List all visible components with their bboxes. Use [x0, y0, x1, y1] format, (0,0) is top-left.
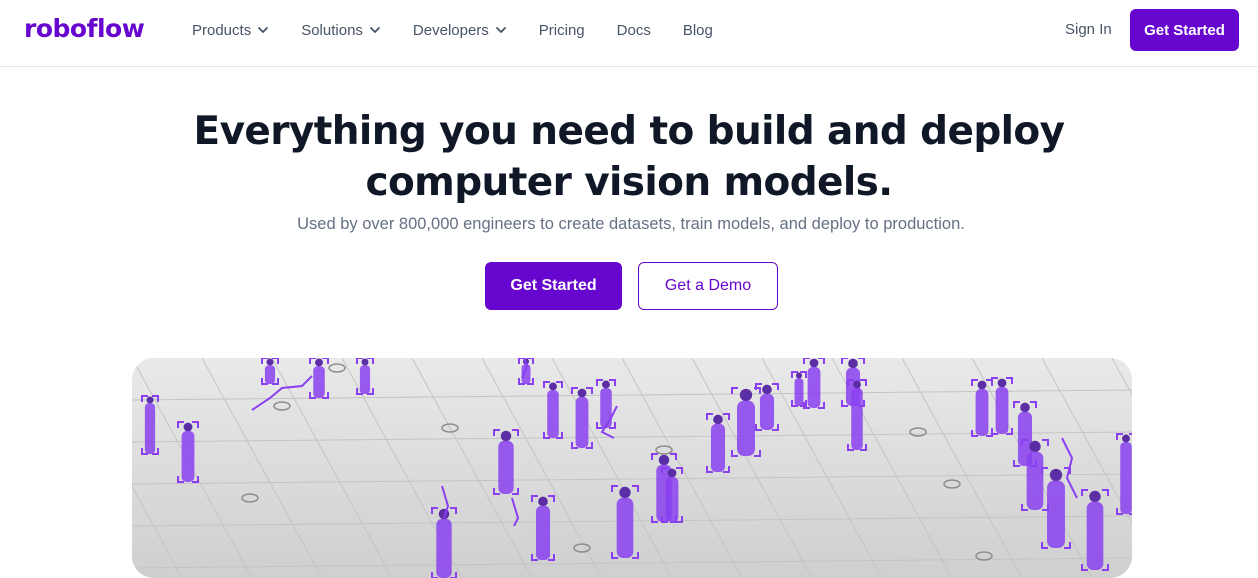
- person-head: [500, 430, 512, 442]
- hero-title: Everything you need to build and deploy …: [0, 106, 1258, 208]
- nav-solutions[interactable]: Solutions: [301, 22, 381, 39]
- nav-docs-label: Docs: [616, 21, 651, 39]
- person-head: [848, 358, 858, 369]
- person-head: [977, 380, 987, 390]
- person-head: [619, 486, 631, 499]
- person-body: [665, 477, 679, 522]
- person-body: [600, 388, 612, 428]
- person-body: [359, 365, 371, 394]
- person-body: [794, 378, 804, 406]
- person-body: [1047, 480, 1065, 548]
- hero-detection-image: [132, 358, 1132, 578]
- person-body: [181, 431, 195, 482]
- person-head: [315, 358, 323, 367]
- nav-products[interactable]: Products: [192, 22, 269, 39]
- person-head: [183, 422, 193, 432]
- person-body: [737, 400, 755, 456]
- nav-solutions-label: Solutions: [301, 21, 363, 39]
- person-head: [361, 358, 369, 366]
- person-head: [1049, 468, 1063, 482]
- person-head: [1020, 402, 1030, 413]
- hero-subtitle: Used by over 800,000 engineers to create…: [297, 215, 965, 233]
- nav-blog[interactable]: Blog: [683, 22, 713, 39]
- person-head: [577, 388, 587, 398]
- person-body: [1086, 501, 1104, 570]
- person-body: [995, 387, 1009, 434]
- person-body: [975, 389, 989, 436]
- person-body: [807, 367, 821, 408]
- sign-in-link[interactable]: Sign In: [1065, 21, 1112, 38]
- person-head: [762, 384, 772, 395]
- person-head: [809, 358, 819, 368]
- hero-title-line-1: Everything you need to build and deploy: [193, 109, 1066, 154]
- nav-get-started-button[interactable]: Get Started: [1130, 9, 1239, 51]
- person-body: [710, 423, 726, 472]
- person-head: [658, 454, 670, 466]
- crowd-detection-illustration: [132, 358, 1132, 578]
- person-head: [1029, 440, 1041, 453]
- person-head: [713, 414, 723, 425]
- person-body: [616, 497, 634, 558]
- person-head: [266, 358, 274, 366]
- nav-developers-label: Developers: [412, 21, 489, 39]
- person-body: [264, 365, 276, 384]
- nav-pricing-label: Pricing: [538, 21, 585, 39]
- get-a-demo-button[interactable]: Get a Demo: [638, 262, 778, 310]
- get-started-button[interactable]: Get Started: [485, 262, 622, 310]
- person-body: [498, 440, 514, 494]
- person-head: [795, 372, 803, 379]
- person-body: [144, 403, 156, 454]
- person-body: [851, 388, 863, 450]
- hero-title-line-2: computer vision models.: [365, 160, 893, 205]
- person-body: [436, 518, 452, 578]
- person-head: [853, 380, 861, 389]
- person-head: [997, 378, 1007, 388]
- nav-docs[interactable]: Docs: [617, 22, 651, 39]
- person-body: [575, 397, 589, 448]
- chevron-down-icon: [258, 27, 269, 33]
- chevron-down-icon: [495, 27, 506, 33]
- person-head: [1089, 490, 1101, 503]
- chevron-down-icon: [370, 27, 380, 33]
- person-body: [535, 505, 551, 560]
- person-head: [602, 380, 610, 389]
- person-head: [739, 388, 753, 402]
- nav-developers[interactable]: Developers: [413, 22, 507, 39]
- person-body: [547, 390, 559, 438]
- person-body: [1026, 451, 1044, 510]
- person-head: [146, 396, 154, 404]
- person-body: [759, 393, 775, 430]
- person-head: [667, 468, 677, 478]
- person-head: [549, 382, 557, 391]
- person-head: [1122, 434, 1130, 443]
- nav-products-label: Products: [192, 21, 252, 39]
- top-navigation: roboflow Products Solutions Developers P…: [0, 0, 1258, 67]
- roboflow-logo[interactable]: roboflow: [24, 14, 145, 43]
- person-body: [313, 366, 325, 398]
- nav-pricing[interactable]: Pricing: [539, 22, 585, 39]
- person-head: [538, 496, 548, 507]
- person-body: [1120, 442, 1132, 514]
- nav-blog-label: Blog: [682, 21, 713, 39]
- nav-links: Products Solutions Developers Pricing Do…: [192, 0, 745, 60]
